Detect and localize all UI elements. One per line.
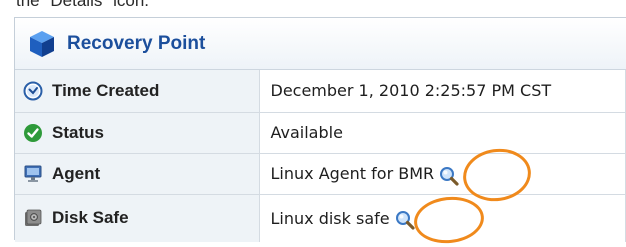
- time-created-value: December 1, 2010 2:25:57 PM CST: [270, 80, 552, 100]
- table-row: Agent Linux Agent for BMR: [15, 153, 626, 195]
- row-label-cell: Status: [15, 112, 260, 154]
- agent-value: Linux Agent for BMR: [270, 164, 435, 183]
- disk-safe-value: Linux disk safe: [270, 208, 390, 228]
- time-created-label: Time Created: [52, 80, 160, 100]
- table-row: Status Available: [15, 112, 626, 154]
- row-value-cell: December 1, 2010 2:25:57 PM CST: [259, 70, 626, 113]
- details-magnifier-icon[interactable]: [438, 165, 460, 187]
- table-row: Time Created December 1, 2010 2:25:57 PM…: [15, 70, 626, 113]
- details-magnifier-icon[interactable]: [394, 209, 416, 231]
- blue-cube-icon: [30, 30, 54, 57]
- status-label: Status: [52, 122, 104, 142]
- recovery-point-panel: Recovery Point Time Created December 1, …: [14, 17, 626, 242]
- table-row: Disk Safe Linux disk safe: [15, 194, 626, 242]
- green-check-icon: [24, 123, 42, 142]
- disk-safe-label: Disk Safe: [52, 208, 129, 228]
- row-value-cell: Available: [259, 112, 626, 154]
- row-label-cell: Agent: [15, 153, 260, 195]
- row-label-cell: Disk Safe: [15, 194, 260, 242]
- panel-header: Recovery Point: [15, 18, 626, 70]
- details-table: Time Created December 1, 2010 2:25:57 PM…: [15, 70, 626, 242]
- computer-icon: [24, 165, 42, 182]
- agent-label: Agent: [52, 163, 101, 183]
- status-value: Available: [270, 122, 343, 142]
- row-value-cell: Linux Agent for BMR: [259, 153, 626, 195]
- row-label-cell: Time Created: [15, 70, 260, 113]
- caption-text: the "Details" icon.: [16, 0, 150, 10]
- panel-title: Recovery Point: [67, 32, 206, 54]
- disk-safe-icon: [25, 209, 42, 227]
- clock-icon: [23, 81, 43, 101]
